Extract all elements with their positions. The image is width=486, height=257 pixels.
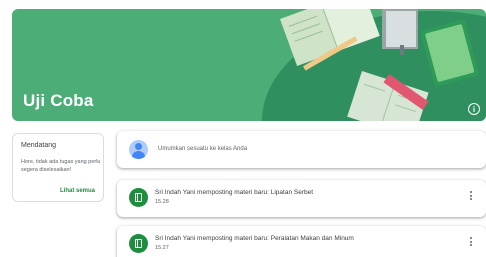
stream-post[interactable]: Sri Indah Yani memposting materi baru: P…: [117, 226, 486, 257]
more-options-icon[interactable]: [470, 191, 472, 202]
upcoming-title: Mendatang: [21, 142, 57, 149]
avatar: [129, 140, 148, 159]
class-title: Uji Coba: [23, 91, 94, 110]
avatar-head: [135, 143, 142, 150]
more-options-icon[interactable]: [470, 237, 472, 248]
classroom-page: Uji Coba i Mendatang Hore, tidak ada tug…: [0, 0, 486, 257]
post-time: 15.28: [155, 199, 169, 205]
avatar-body: [132, 151, 145, 159]
class-banner: Uji Coba i: [12, 9, 486, 121]
info-icon[interactable]: i: [468, 103, 480, 115]
material-icon: [129, 234, 148, 253]
announcement-box[interactable]: Umumkan sesuatu ke kelas Anda: [117, 131, 486, 168]
view-all-link[interactable]: Lihat semua: [60, 188, 95, 194]
post-title[interactable]: Sri Indah Yani memposting materi baru: L…: [155, 189, 313, 196]
book-glyph: [135, 239, 142, 248]
stream-post[interactable]: Sri Indah Yani memposting materi baru: L…: [117, 180, 486, 217]
material-icon: [129, 188, 148, 207]
post-time: 15.27: [155, 245, 169, 251]
upcoming-empty-text: Hore, tidak ada tugas yang perlu segera …: [21, 159, 101, 173]
upcoming-card: Mendatang Hore, tidak ada tugas yang per…: [12, 133, 104, 202]
announcement-placeholder[interactable]: Umumkan sesuatu ke kelas Anda: [158, 146, 247, 152]
book-glyph: [135, 193, 142, 202]
post-title[interactable]: Sri Indah Yani memposting materi baru: P…: [155, 235, 354, 242]
